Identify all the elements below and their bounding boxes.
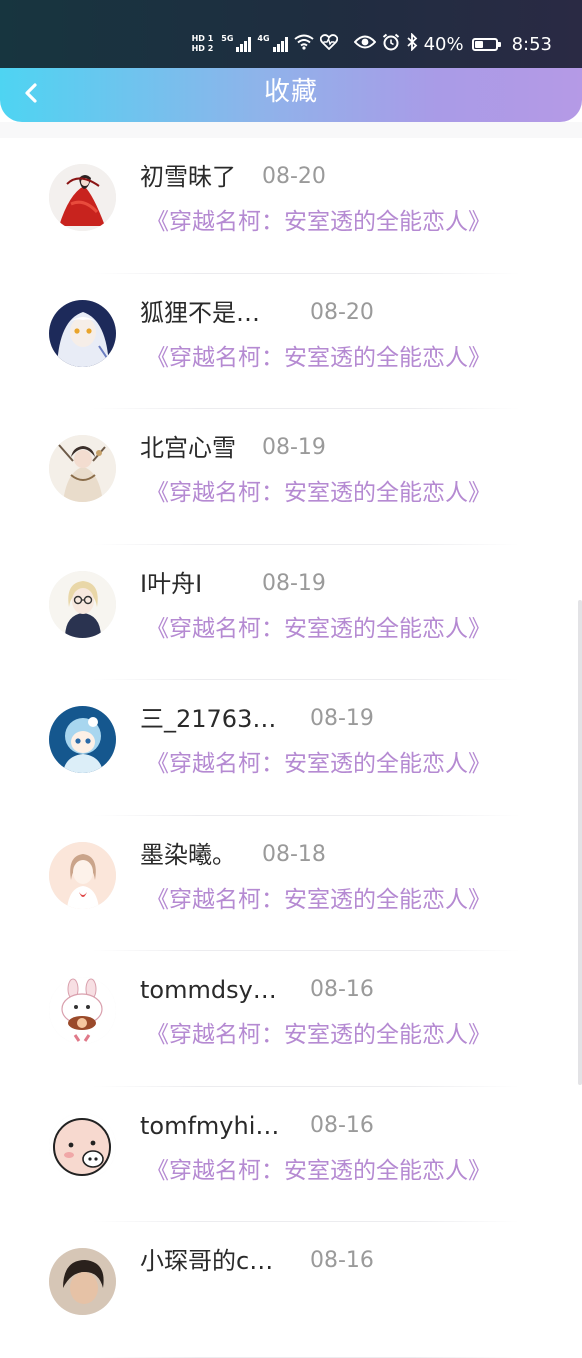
eye-icon	[353, 35, 376, 53]
signal-icon	[236, 36, 252, 52]
signal-icon-2	[272, 36, 288, 52]
row-divider	[92, 1356, 520, 1358]
favorite-item[interactable]: 小琛哥的c… 08-16	[0, 1222, 582, 1358]
avatar[interactable]	[49, 164, 116, 231]
avatar[interactable]	[49, 435, 116, 502]
avatar[interactable]	[49, 299, 116, 367]
favorite-date: 08-20	[310, 299, 374, 325]
favorite-date: 08-18	[262, 841, 326, 867]
favorite-date: 08-16	[310, 1248, 374, 1273]
book-title-link[interactable]: 《穿越名柯：安室透的全能恋人》	[146, 612, 516, 646]
favorite-item[interactable]: 北宫心雪 08-19 《穿越名柯：安室透的全能恋人》	[0, 409, 582, 545]
favorites-list: 初雪昧了 08-20 《穿越名柯：安室透的全能恋人》 狐狸不是… 08-20 《穿越名柯：…	[0, 138, 582, 1358]
battery-percent: 40%	[423, 33, 464, 55]
user-name: 三_21763…	[140, 705, 277, 733]
alarm-icon	[382, 33, 400, 55]
favorite-item[interactable]: 狐狸不是… 08-20 《穿越名柯：安室透的全能恋人》	[0, 274, 582, 409]
heart-pulse-icon	[319, 34, 338, 54]
book-title-link[interactable]: 《穿越名柯：安室透的全能恋人》	[146, 1154, 516, 1188]
scrollbar[interactable]	[578, 600, 582, 1085]
avatar[interactable]	[49, 706, 116, 773]
favorite-date: 08-16	[310, 1112, 374, 1138]
user-name: 墨染曦。	[140, 840, 236, 869]
book-title-link[interactable]: 《穿越名柯：安室透的全能恋人》	[146, 1018, 516, 1052]
user-name: 北宫心雪	[140, 434, 236, 462]
user-name: 狐狸不是…	[140, 298, 260, 327]
header-spacer	[0, 122, 582, 138]
favorite-date: 08-19	[262, 435, 326, 460]
favorite-date: 08-20	[262, 164, 326, 189]
user-name: tomfmyhi…	[140, 1111, 280, 1140]
network-4g-label: 4G	[257, 33, 270, 43]
favorite-date: 08-16	[310, 977, 374, 1002]
bluetooth-icon	[406, 32, 418, 55]
user-name: 初雪昧了	[140, 163, 236, 191]
nav-header: 收藏	[0, 68, 582, 122]
battery-icon	[471, 37, 501, 51]
network-5g-label: 5G	[221, 33, 234, 43]
favorite-item[interactable]: 墨染曦。 08-18 《穿越名柯：安室透的全能恋人》	[0, 816, 582, 951]
favorite-item[interactable]: tomfmyhi… 08-16 《穿越名柯：安室透的全能恋人》	[0, 1087, 582, 1222]
favorite-item[interactable]: 三_21763… 08-19 《穿越名柯：安室透的全能恋人》	[0, 680, 582, 816]
wifi-icon	[293, 34, 314, 54]
book-title-link[interactable]: 《穿越名柯：安室透的全能恋人》	[146, 341, 516, 375]
avatar[interactable]	[49, 1248, 116, 1315]
avatar[interactable]	[49, 977, 116, 1044]
book-title-link[interactable]: 《穿越名柯：安室透的全能恋人》	[146, 476, 516, 510]
book-title-link[interactable]: 《穿越名柯：安室透的全能恋人》	[146, 747, 516, 781]
book-title-link[interactable]: 《穿越名柯：安室透的全能恋人》	[146, 883, 516, 917]
favorite-item[interactable]: 初雪昧了 08-20 《穿越名柯：安室透的全能恋人》	[0, 138, 582, 274]
favorite-date: 08-19	[262, 570, 326, 596]
favorite-item[interactable]: I叶舟I 08-19 《穿越名柯：安室透的全能恋人》	[0, 545, 582, 680]
hd-indicator: HD 1 HD 2	[191, 34, 214, 53]
page-title: 收藏	[263, 77, 318, 107]
favorite-item[interactable]: tommdsy… 08-16 《穿越名柯：安室透的全能恋人》	[0, 951, 582, 1087]
clock: 8:53	[511, 33, 552, 55]
user-name: tommdsy…	[140, 976, 277, 1004]
avatar[interactable]	[49, 841, 116, 909]
favorite-date: 08-19	[310, 706, 374, 731]
avatar[interactable]	[49, 1112, 116, 1180]
user-name: I叶舟I	[140, 569, 203, 598]
user-name: 小琛哥的c…	[140, 1247, 274, 1275]
book-title-link[interactable]: 《穿越名柯：安室透的全能恋人》	[146, 205, 516, 239]
avatar[interactable]	[49, 570, 116, 638]
